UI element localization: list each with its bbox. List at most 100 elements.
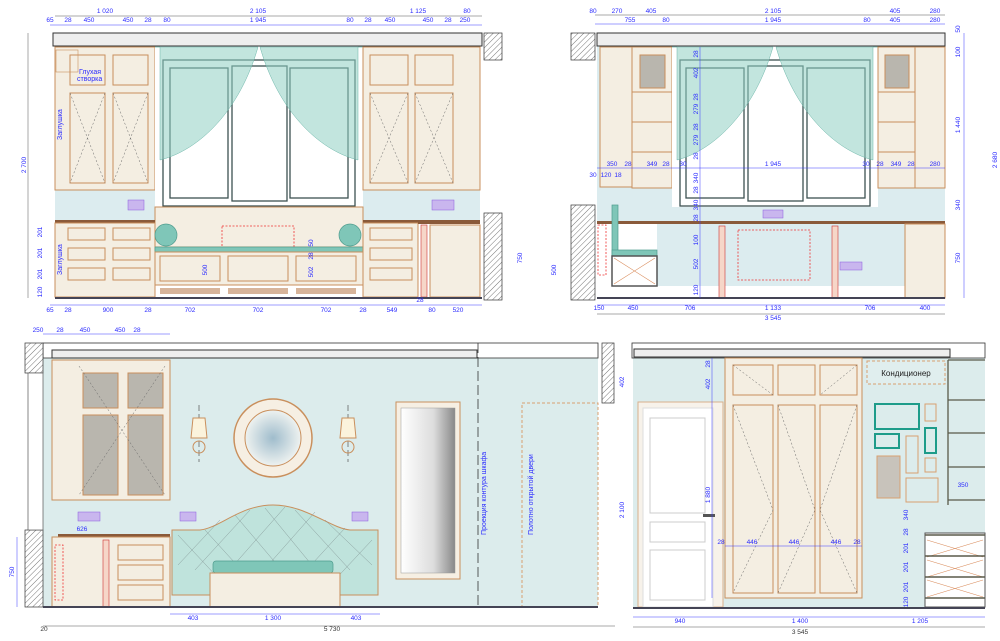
dimension-label: 350 — [607, 161, 618, 168]
window-side — [27, 372, 44, 531]
dimension-label: 1 440 — [955, 116, 962, 133]
dimension-label: 80 — [428, 307, 436, 314]
dimension-label: 120 — [37, 286, 44, 297]
window-sill-panel — [154, 206, 364, 248]
round-framed-picture — [233, 398, 313, 478]
dimension-label: 1 020 — [97, 8, 114, 15]
dimension-label: 2 105 — [765, 8, 782, 15]
door-handle-icon[interactable] — [703, 514, 715, 517]
elevation-3: Проекция контура шкафа Полотно открытой … — [16, 333, 615, 627]
note-plug: Заглушка — [57, 244, 64, 275]
wall-section — [483, 32, 503, 61]
dimension-label: 28 — [693, 123, 700, 131]
dimension-label: 80 — [463, 8, 471, 15]
socket-icon — [127, 199, 145, 211]
dimension-label: 405 — [890, 17, 901, 24]
dimension-label: 28 — [133, 327, 141, 334]
dimension-label: 28 — [693, 186, 700, 194]
dimension-label: 450 — [385, 17, 396, 24]
dimension-label: 702 — [321, 307, 332, 314]
dimension-label: 50 — [308, 239, 315, 247]
dimension-label: 702 — [253, 307, 264, 314]
dimension-label: 900 — [103, 307, 114, 314]
note-air-conditioner: Кондиционер — [881, 369, 931, 378]
dimension-label: 28 — [144, 307, 152, 314]
dimension-label: 750 — [955, 252, 962, 263]
dimension-label: 446 — [747, 539, 758, 546]
dimension-label: 80 — [863, 17, 871, 24]
table-leg — [831, 225, 839, 299]
dimension-label: 28 — [693, 50, 700, 58]
dimension-label: 450 — [80, 327, 91, 334]
dimension-label: 50 — [955, 25, 962, 33]
dimension-label: 402 — [705, 378, 712, 389]
dimension-label: 1 880 — [705, 486, 712, 503]
dimension-label: 100 — [955, 46, 962, 57]
upper-cabinet-right — [362, 46, 481, 191]
tall-mirror — [395, 401, 461, 580]
elevation-1: Глухая створка Заглушка Заглушка — [27, 15, 503, 306]
entrance-door[interactable] — [637, 401, 724, 608]
dimension-label: 80 — [163, 17, 171, 24]
countertop — [597, 221, 945, 224]
dimension-label: 28 — [907, 161, 915, 168]
dimension-label: 340 — [693, 199, 700, 210]
elevation-4: Кондиционер — [631, 342, 986, 628]
dimension-label: 450 — [123, 17, 134, 24]
dimension-label: 402 — [619, 376, 626, 387]
dimension-label: 500 — [202, 264, 209, 275]
wall-section — [483, 212, 503, 301]
dimension-label: 28 — [693, 93, 700, 101]
socket-icon — [179, 511, 197, 522]
wall-section — [570, 32, 596, 61]
dimension-label: 65 — [46, 17, 54, 24]
elevations-drawing: Глухая створка Заглушка Заглушка Проекци… — [9, 8, 999, 636]
dimension-label: 28 — [56, 327, 64, 334]
dimension-label: 80 — [662, 17, 670, 24]
note-plug: Заглушка — [57, 109, 64, 140]
dimension-label: 340 — [693, 172, 700, 183]
dimension-label: 3 545 — [792, 629, 809, 636]
socket-icon — [431, 199, 455, 211]
ceiling-cornice — [52, 32, 483, 47]
note-blind-sash: Глухая — [79, 69, 101, 76]
dimension-label: 2 700 — [21, 156, 28, 173]
socket-icon — [351, 511, 369, 522]
wall-section — [570, 204, 596, 301]
wall-section — [24, 342, 44, 374]
air-conditioner: Кондиционер — [866, 360, 946, 385]
dimension-label: 280 — [930, 8, 941, 15]
dimension-label: 750 — [9, 566, 16, 577]
dimension-label: 201 — [37, 268, 44, 279]
dimension-label: 28 — [144, 17, 152, 24]
dimension-label: 201 — [37, 247, 44, 258]
dimension-label: 350 — [958, 482, 969, 489]
dimension-label: 1 133 — [765, 305, 782, 312]
dimension-label: 28 — [717, 539, 725, 546]
dimension-label: 446 — [789, 539, 800, 546]
dimension-label: 28 — [693, 152, 700, 160]
dimension-label: 28 — [416, 297, 424, 304]
dimension-label: 250 — [33, 327, 44, 334]
dimension-label: 18 — [614, 172, 622, 179]
dimension-label: 702 — [185, 307, 196, 314]
dimension-label: 280 — [930, 17, 941, 24]
wardrobe — [724, 357, 863, 599]
dimension-label: 120 — [693, 284, 700, 295]
socket-icon — [77, 511, 101, 522]
dimension-label: 349 — [647, 161, 658, 168]
dimension-label: 502 — [308, 266, 315, 277]
dimension-label: 403 — [188, 615, 199, 622]
dimension-label: 450 — [628, 305, 639, 312]
dimension-label: 270 — [612, 8, 623, 15]
dimension-label: 2 100 — [619, 501, 626, 518]
dimension-label: 940 — [675, 618, 686, 625]
dimension-label: 20 — [40, 626, 48, 633]
dimension-label: 450 — [115, 327, 126, 334]
dimension-label: 450 — [84, 17, 95, 24]
dimension-label: 340 — [903, 509, 910, 520]
dimension-label: 1 205 — [912, 618, 929, 625]
socket-icon — [839, 261, 863, 271]
wall-section — [24, 529, 44, 608]
dimension-label: 279 — [693, 134, 700, 145]
